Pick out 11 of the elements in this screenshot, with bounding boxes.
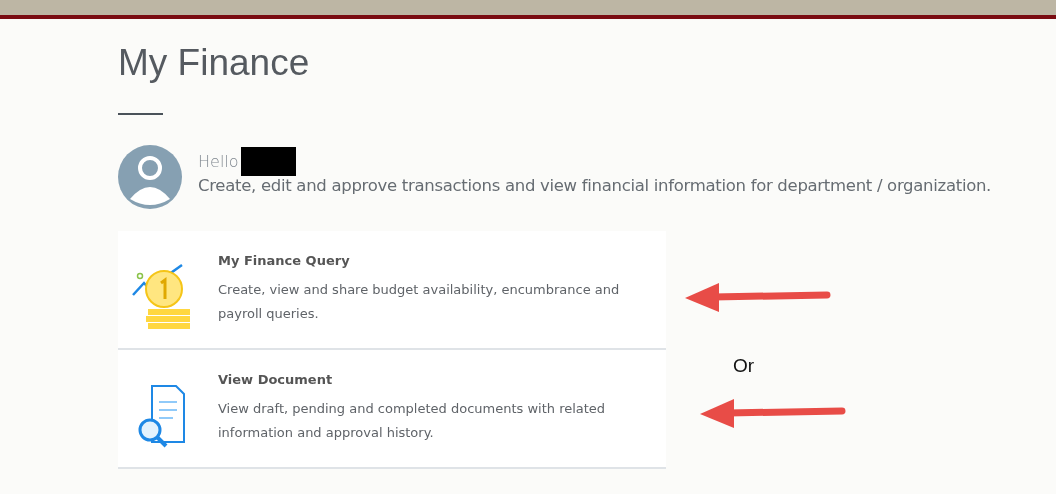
- avatar-icon: [118, 145, 182, 210]
- greeting-description: Create, edit and approve transactions and view financial information for department / organization.: [198, 176, 992, 196]
- page-title: My Finance: [118, 41, 311, 85]
- greeting-text: Hello: [198, 152, 239, 172]
- card-description: Create, view and share budget availability, encumbrance and payroll queries.: [218, 281, 621, 324]
- feature-card[interactable]: My Finance Query Create, view and share budget availability, encumbrance and payroll queries.: [118, 231, 666, 351]
- card-description: View draft, pending and completed documents with related information and approval history.: [218, 400, 607, 443]
- annotation-label: Or: [733, 355, 755, 377]
- card-title: View Document: [218, 372, 334, 388]
- feature-card[interactable]: View Document View draft, pending and completed documents with related information and approval history.: [118, 350, 666, 470]
- card-title: My Finance Query: [218, 253, 351, 269]
